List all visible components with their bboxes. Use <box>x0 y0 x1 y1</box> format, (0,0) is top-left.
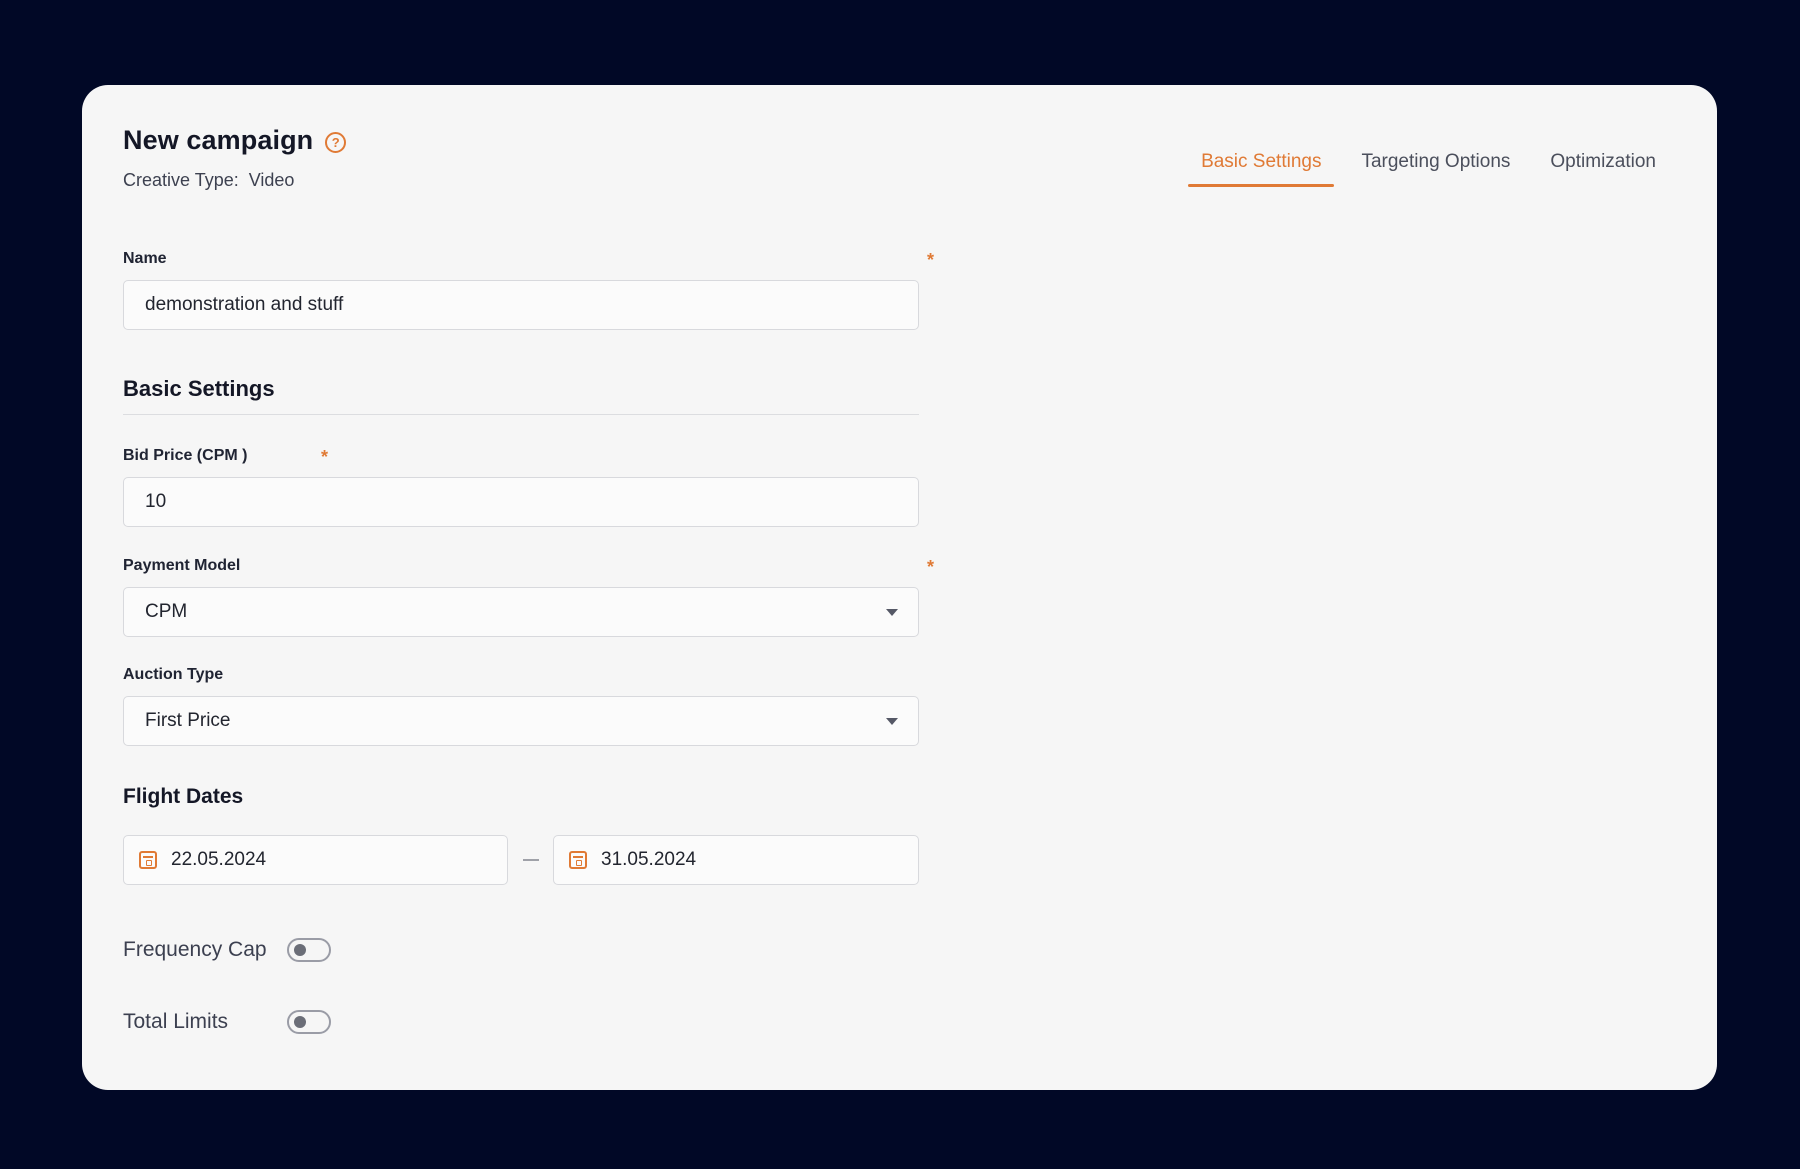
calendar-icon <box>139 851 157 869</box>
chevron-down-icon <box>886 718 898 725</box>
frequency-cap-toggle[interactable] <box>287 938 331 962</box>
toggle-knob <box>294 1016 306 1028</box>
total-limits-label: Total Limits <box>123 1010 229 1033</box>
name-label: Name <box>123 250 167 267</box>
end-date-value: 31.05.2024 <box>601 849 697 870</box>
start-date-input[interactable]: 22.05.2024 <box>123 835 508 885</box>
creative-type: Creative Type: Video <box>123 170 294 191</box>
date-range-separator <box>523 859 539 861</box>
start-date-value: 22.05.2024 <box>171 849 267 870</box>
payment-model-value: CPM <box>145 601 188 622</box>
name-required-mark: * <box>927 250 935 270</box>
auction-type-label: Auction Type <box>123 666 224 683</box>
payment-model-required-mark: * <box>927 557 935 577</box>
calendar-icon <box>569 851 587 869</box>
frequency-cap-label: Frequency Cap <box>123 938 267 961</box>
creative-type-label: Creative Type: <box>123 170 239 190</box>
end-date-input[interactable]: 31.05.2024 <box>553 835 919 885</box>
bid-price-input[interactable]: 10 <box>123 477 919 527</box>
total-limits-toggle[interactable] <box>287 1010 331 1034</box>
bid-price-required-mark: * <box>321 447 329 467</box>
payment-model-label: Payment Model <box>123 557 241 574</box>
bid-price-input-value: 10 <box>145 491 167 512</box>
section-divider <box>123 414 919 415</box>
flight-dates-heading: Flight Dates <box>123 785 244 808</box>
basic-settings-heading: Basic Settings <box>123 376 275 401</box>
tab-basic-settings[interactable]: Basic Settings <box>1188 145 1335 187</box>
tab-optimization[interactable]: Optimization <box>1537 145 1669 187</box>
tab-targeting-options[interactable]: Targeting Options <box>1348 145 1523 187</box>
campaign-card: New campaign ? Creative Type: Video Basic… <box>82 85 1717 1090</box>
question-circle-icon[interactable]: ? <box>325 131 347 153</box>
title-row: New campaign ? <box>123 125 347 156</box>
tab-bar: Basic Settings Targeting Options Optimiz… <box>1174 145 1669 187</box>
page-title: New campaign <box>123 125 314 155</box>
auction-type-value: First Price <box>145 710 231 731</box>
name-input-value: demonstration and stuff <box>145 294 344 315</box>
toggle-knob <box>294 944 306 956</box>
chevron-down-icon <box>886 609 898 616</box>
creative-type-value: Video <box>248 170 295 190</box>
payment-model-select[interactable]: CPM <box>123 587 919 637</box>
name-input[interactable]: demonstration and stuff <box>123 280 919 330</box>
auction-type-select[interactable]: First Price <box>123 696 919 746</box>
bid-price-label: Bid Price (CPM ) <box>123 447 248 464</box>
